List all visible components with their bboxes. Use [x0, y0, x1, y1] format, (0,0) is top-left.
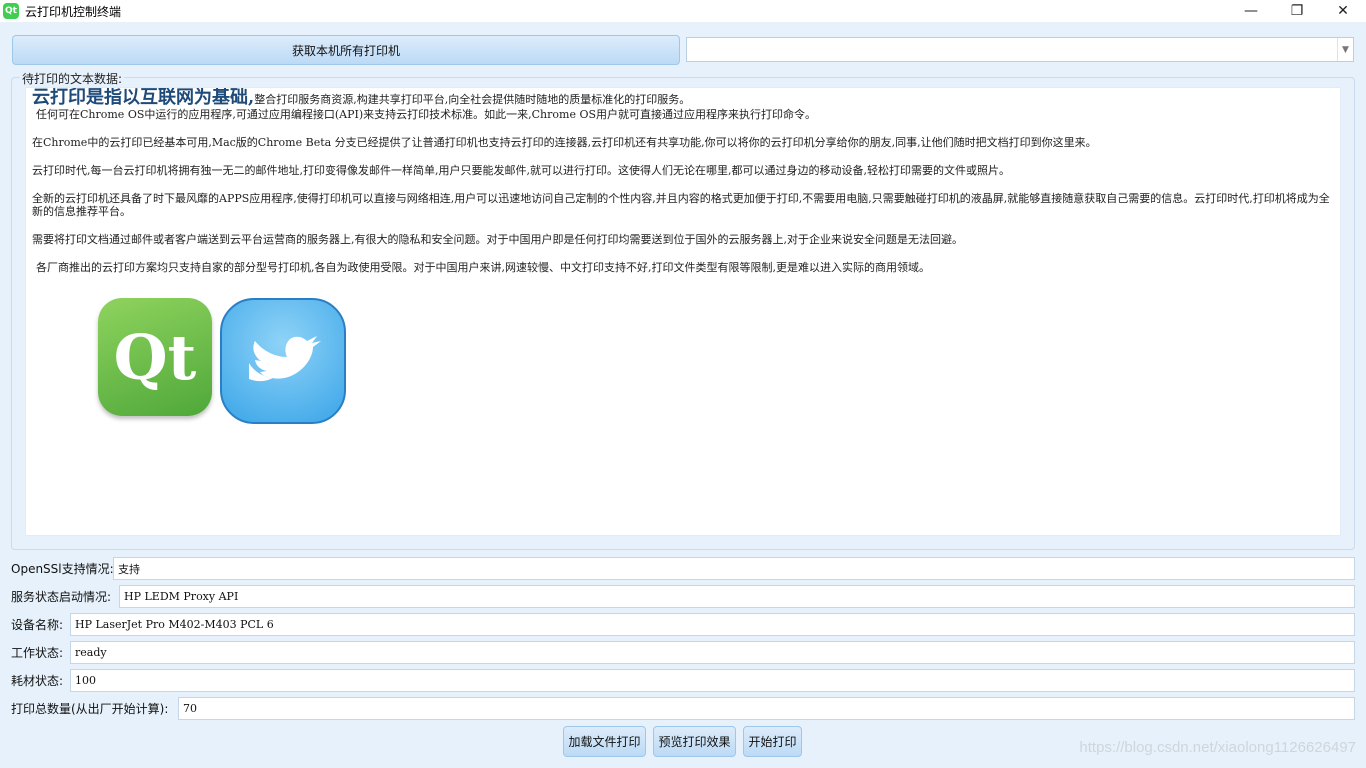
consumable-field[interactable]: 100 [70, 669, 1355, 692]
openssl-row: OpenSSl支持情况: 支持 [11, 557, 1355, 580]
printer-select[interactable]: ▼ [686, 37, 1354, 62]
close-button[interactable]: ✕ [1320, 0, 1366, 22]
print-text-editor[interactable]: 云打印是指以互联网为基础,整合打印服务商资源,构建共享打印平台,向全社会提供随时… [25, 87, 1341, 536]
total-count-row: 打印总数量(从出厂开始计算): 70 [11, 697, 1355, 720]
get-printers-button[interactable]: 获取本机所有打印机 [12, 35, 680, 65]
paragraph: 云打印时代,每一台云打印机将拥有独一无二的邮件地址,打印变得像发邮件一样简单,用… [32, 164, 1010, 177]
service-label: 服务状态启动情况: [11, 590, 112, 604]
minimize-button[interactable]: — [1228, 0, 1274, 22]
title-bar: Qt 云打印机控制终端 — ❐ ✕ [0, 0, 1366, 22]
service-row: 服务状态启动情况: HP LEDM Proxy API [11, 585, 1355, 608]
lead-heading: 云打印是指以互联网为基础, [32, 87, 255, 108]
restore-button[interactable]: ❐ [1274, 0, 1320, 22]
openssl-field[interactable]: 支持 [113, 557, 1355, 580]
watermark-text: https://blog.csdn.net/xiaolong1126626497 [1079, 739, 1356, 756]
window-title: 云打印机控制终端 [25, 4, 122, 19]
paragraph: 各厂商推出的云打印方案均只支持自家的部分型号打印机,各自为政使用受限。对于中国用… [36, 261, 930, 274]
lead-rest: 整合打印服务商资源,构建共享打印平台,向全社会提供随时随地的质量标准化的打印服务… [254, 93, 691, 106]
window-controls: — ❐ ✕ [1228, 0, 1366, 22]
qt-logo-image: Qt [98, 298, 212, 416]
work-status-field[interactable]: ready [70, 641, 1355, 664]
qt-app-icon: Qt [3, 3, 19, 19]
image-row: Qt [98, 298, 346, 424]
openssl-label: OpenSSl支持情况: [11, 562, 114, 576]
app-window: Qt 云打印机控制终端 — ❐ ✕ 获取本机所有打印机 ▼ 待打印的文本数据: … [0, 0, 1366, 768]
paragraph: 任何可在Chrome OS中运行的应用程序,可通过应用编程接口(API)来支持云… [36, 108, 817, 121]
paragraph: 需要将打印文档通过邮件或者客户端送到云平台运营商的服务器上,有很大的隐私和安全问… [32, 233, 963, 246]
start-print-button[interactable]: 开始打印 [743, 726, 802, 757]
device-name-field[interactable]: HP LaserJet Pro M402-M403 PCL 6 [70, 613, 1355, 636]
total-count-field[interactable]: 70 [178, 697, 1355, 720]
device-row: 设备名称: HP LaserJet Pro M402-M403 PCL 6 [11, 613, 1355, 636]
paragraph: 全新的云打印机还具备了时下最风靡的APPS应用程序,使得打印机可以直接与网络相连… [32, 192, 1330, 218]
paragraph-lead: 云打印是指以互联网为基础,整合打印服务商资源,构建共享打印平台,向全社会提供随时… [32, 89, 1334, 107]
device-label: 设备名称: [11, 618, 64, 632]
consumable-label: 耗材状态: [11, 674, 64, 688]
text-group-title: 待打印的文本数据: [20, 70, 125, 87]
load-file-print-button[interactable]: 加载文件打印 [563, 726, 646, 757]
work-status-label: 工作状态: [11, 646, 64, 660]
preview-print-button[interactable]: 预览打印效果 [653, 726, 736, 757]
service-field[interactable]: HP LEDM Proxy API [119, 585, 1355, 608]
total-count-label: 打印总数量(从出厂开始计算): [11, 702, 169, 716]
work-status-row: 工作状态: ready [11, 641, 1355, 664]
consumable-row: 耗材状态: 100 [11, 669, 1355, 692]
chevron-down-icon[interactable]: ▼ [1337, 38, 1353, 61]
paragraph: 在Chrome中的云打印已经基本可用,Mac版的Chrome Beta 分支已经… [32, 136, 1097, 149]
twitter-bird-icon [220, 298, 346, 424]
